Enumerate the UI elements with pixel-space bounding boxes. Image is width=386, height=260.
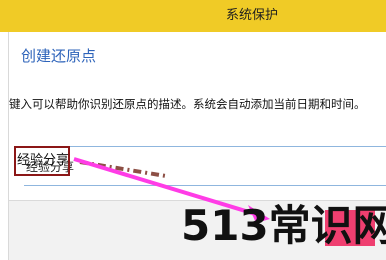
- title-bar: 系统保护: [0, 0, 386, 32]
- restore-point-description: 键入可以帮助你识别还原点的描述。系统会自动添加当前日期和时间。: [9, 97, 366, 111]
- system-protection-window: 系统保护 创建还原点 键入可以帮助你识别还原点的描述。系统会自动添加当前日期和时…: [0, 0, 386, 260]
- restore-point-name-input[interactable]: [24, 147, 386, 185]
- restore-point-name-field[interactable]: [24, 146, 386, 186]
- dialog-heading: 创建还原点: [21, 47, 97, 65]
- watermark-text: 513常识网: [181, 201, 386, 250]
- window-title: 系统保护: [225, 8, 278, 23]
- restore-point-name-text: 经验分享: [17, 153, 70, 168]
